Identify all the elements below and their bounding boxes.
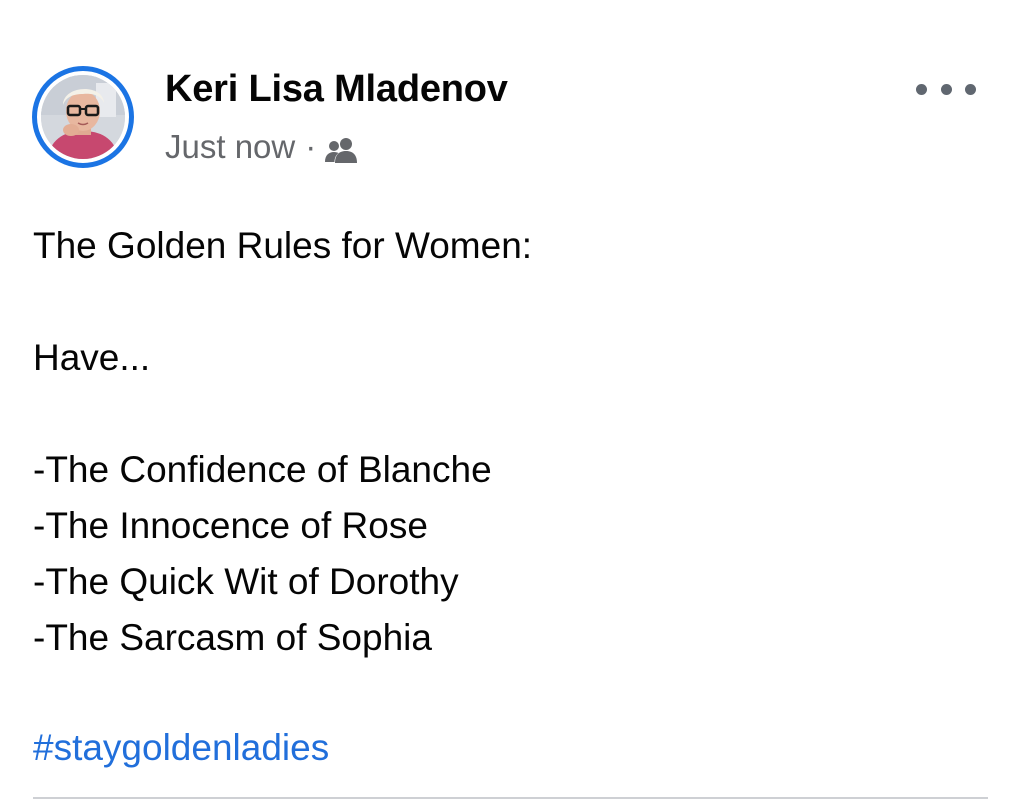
more-dot	[916, 83, 927, 95]
post-body: The Golden Rules for Women: Have... -The…	[33, 218, 532, 666]
post-meta: Just now ·	[165, 128, 359, 166]
hashtag-link[interactable]: #staygoldenladies	[33, 720, 329, 776]
more-dot	[940, 83, 952, 95]
avatar[interactable]	[41, 75, 125, 159]
post-line	[33, 274, 532, 330]
post-line: -The Sarcasm of Sophia	[33, 617, 432, 658]
post-line	[33, 386, 532, 442]
avatar-photo	[41, 75, 125, 159]
profile-avatar-ring[interactable]	[32, 66, 134, 168]
divider	[33, 797, 988, 799]
friends-icon[interactable]	[325, 134, 359, 163]
timestamp[interactable]: Just now	[165, 128, 295, 166]
post-line: -The Innocence of Rose	[33, 505, 428, 546]
facebook-post: Keri Lisa Mladenov Just now · The Golden…	[0, 0, 1020, 806]
author-name[interactable]: Keri Lisa Mladenov	[165, 68, 508, 111]
post-line: -The Confidence of Blanche	[33, 449, 492, 490]
post-line: The Golden Rules for Women:	[33, 225, 533, 266]
post-line: -The Quick Wit of Dorothy	[33, 561, 459, 602]
post-line: Have...	[33, 337, 151, 378]
meta-separator: ·	[305, 128, 317, 165]
more-options-icon[interactable]	[916, 72, 976, 106]
more-dot	[965, 83, 976, 95]
